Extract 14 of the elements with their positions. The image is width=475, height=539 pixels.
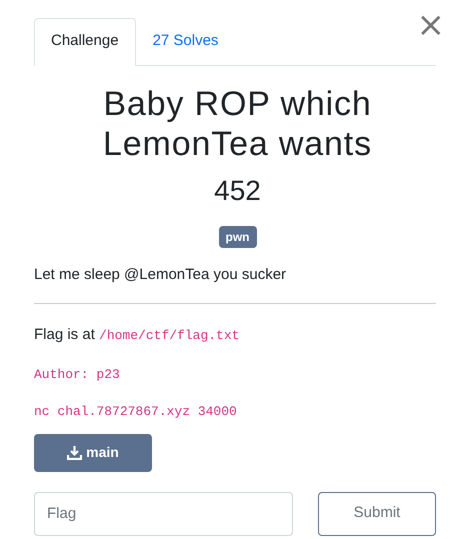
description-text: Let me sleep @LemonTea you sucker [34,264,288,284]
flag-input-field[interactable]: Flag [34,492,293,536]
submit-button[interactable]: Submit [318,492,436,536]
download-button[interactable]: main [34,434,152,472]
category-badge: pwn [218,226,256,248]
code-text: Author: p23 [34,366,121,384]
challenge-title: Baby ROP which LemonTea wants [102,84,373,164]
tab[interactable]: 27 Solves [136,18,236,64]
challenge-points: 452 [213,174,262,208]
close-button[interactable]: × [416,8,445,42]
code-text: nc chal.78727867.xyz 34000 [34,403,238,421]
tab[interactable]: Challenge [34,18,136,66]
detail-text: Flag is at /home/ctf/flag.txt [34,325,240,345]
download-icon [67,446,82,460]
